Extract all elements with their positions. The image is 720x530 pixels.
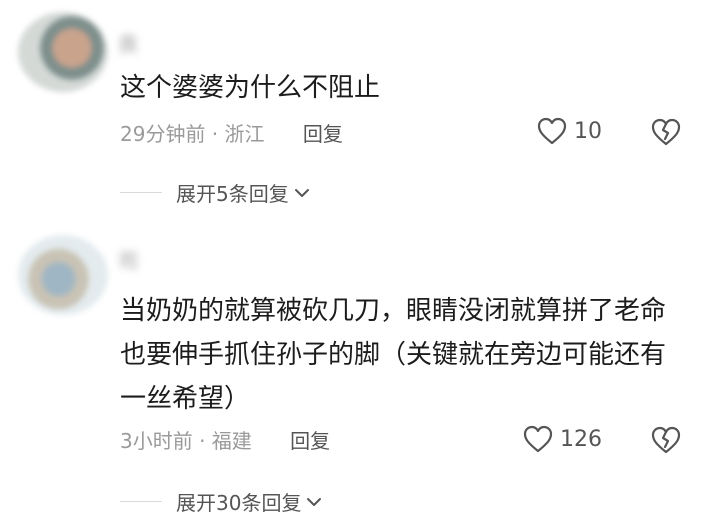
dislike-button[interactable] xyxy=(650,425,682,459)
expand-replies[interactable]: 展开5条回复 xyxy=(120,178,311,207)
reply-button[interactable]: 回复 xyxy=(303,122,343,146)
chevron-down-icon xyxy=(307,497,322,506)
like-button[interactable]: 126 xyxy=(522,424,602,454)
like-count: 10 xyxy=(574,118,602,144)
avatar[interactable] xyxy=(18,235,108,315)
heart-outline-icon xyxy=(537,117,567,145)
comment-meta: 3小时前 · 福建 回复 xyxy=(120,425,330,454)
dislike-button[interactable] xyxy=(650,117,682,151)
chevron-down-icon xyxy=(294,188,309,197)
heart-outline-icon xyxy=(523,425,553,453)
comment-meta: 29分钟前 · 浙江 回复 xyxy=(120,118,343,147)
comment-item: 司 当奶奶的就算被砍几刀，眼睛没闭就算拼了老命也要伸手抓住孙子的脚（关键就在旁边… xyxy=(0,225,720,530)
divider-line xyxy=(120,501,162,502)
avatar[interactable] xyxy=(18,12,108,92)
username[interactable]: 良 xyxy=(118,28,198,56)
expand-label: 展开30条回复 xyxy=(176,491,302,515)
reply-button[interactable]: 回复 xyxy=(290,429,330,453)
expand-replies[interactable]: 展开30条回复 xyxy=(120,487,323,516)
username[interactable]: 司 xyxy=(118,245,388,273)
comment-item: 良 这个婆婆为什么不阻止 29分钟前 · 浙江 回复 10 展开5条回复 xyxy=(0,0,720,225)
comment-text: 当奶奶的就算被砍几刀，眼睛没闭就算拼了老命也要伸手抓住孙子的脚（关键就在旁边可能… xyxy=(120,296,667,414)
broken-heart-icon xyxy=(651,426,681,454)
like-button[interactable]: 10 xyxy=(536,116,602,146)
time-location: 29分钟前 · 浙江 xyxy=(120,122,265,146)
expand-label: 展开5条回复 xyxy=(176,182,289,206)
like-count: 126 xyxy=(560,426,602,452)
divider-line xyxy=(120,192,162,193)
time-location: 3小时前 · 福建 xyxy=(120,429,252,453)
comment-text: 这个婆婆为什么不阻止 xyxy=(120,73,381,103)
broken-heart-icon xyxy=(651,118,681,146)
watermark xyxy=(600,494,710,520)
